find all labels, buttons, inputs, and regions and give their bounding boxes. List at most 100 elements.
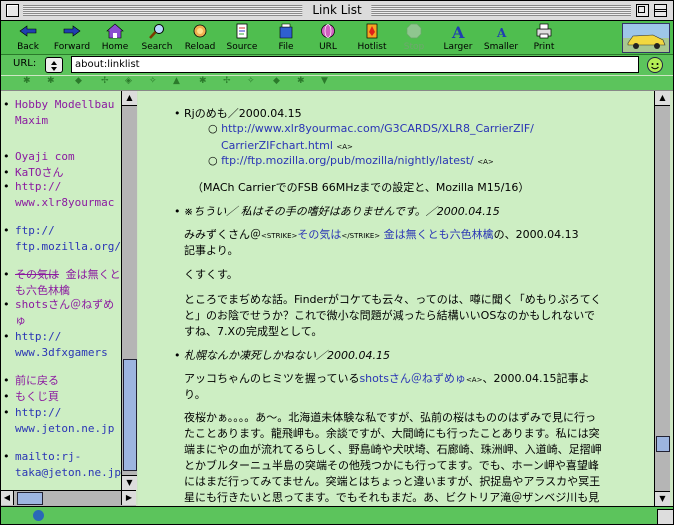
- collapse-box[interactable]: [654, 4, 667, 17]
- url-history-popup[interactable]: [45, 57, 63, 73]
- file-button[interactable]: File: [272, 23, 300, 54]
- sidebar-item-jeton[interactable]: • http:// www.jeton.ne.jp: [3, 405, 121, 437]
- sidebar-link[interactable]: http:// www.xlr8yourmac: [15, 180, 114, 209]
- ptbar-item-4-icon[interactable]: ✢: [101, 76, 109, 86]
- url-button[interactable]: URL: [314, 23, 342, 54]
- bullet: •: [174, 107, 181, 120]
- sidebar-link[interactable]: KaTOさん: [15, 166, 64, 179]
- print-button[interactable]: Print: [528, 23, 560, 54]
- bullet: •: [174, 349, 181, 362]
- car-logo-icon: [623, 24, 669, 52]
- sidebar-item-rokushoku[interactable]: • その気は 金は無くとも六色林檎: [3, 267, 121, 299]
- strike-link[interactable]: その気は: [297, 228, 341, 241]
- entry1-link1-line1[interactable]: ○ http://www.xlr8yourmac.com/G3CARDS/XLR…: [208, 122, 534, 135]
- ptbar-item-2-icon[interactable]: ✱: [47, 76, 55, 86]
- ptbar-item-8-icon[interactable]: ✱: [199, 76, 207, 86]
- reload-button[interactable]: Reload: [183, 23, 217, 54]
- sidebar-link[interactable]: http:// www.3dfxgamers: [15, 330, 108, 359]
- sidebar-link[interactable]: http:// www.jeton.ne.jp: [15, 406, 114, 435]
- hotlist-button[interactable]: Hotlist: [355, 23, 389, 54]
- xlr8-link[interactable]: http://www.xlr8yourmac.com/G3CARDS/XLR8_…: [221, 122, 534, 135]
- scroll-left-arrow-icon[interactable]: ◀: [1, 491, 14, 505]
- sidebar-link[interactable]: ftp:// ftp.mozilla.org/p: [15, 224, 121, 253]
- sidebar-item-mailto[interactable]: • mailto:rj-taka@jeton.ne.jp: [3, 449, 121, 481]
- entry1-link2[interactable]: ○ ftp://ftp.mozilla.org/pub/mozilla/nigh…: [208, 154, 494, 167]
- ptbar-item-6-icon[interactable]: ✧: [149, 76, 157, 86]
- ptbar-item-12-icon[interactable]: ✱: [297, 76, 305, 86]
- scroll-up-arrow-icon[interactable]: ▲: [122, 91, 137, 106]
- ptbar-item-9-icon[interactable]: ✢: [223, 76, 231, 86]
- rokushoku-link[interactable]: 金は無くとも六色林檎: [384, 228, 494, 241]
- smaller-button[interactable]: A Smaller: [482, 23, 520, 54]
- sidebar-horizontal-scrollbar[interactable]: ◀ ▶: [1, 490, 136, 506]
- scroll-thumb[interactable]: [123, 359, 137, 471]
- source-button[interactable]: Source: [225, 23, 259, 54]
- entry1-link1-line2[interactable]: CarrierZIFchart.html <A>: [221, 139, 353, 152]
- sidebar-vertical-scrollbar[interactable]: ▲ ▼: [121, 91, 137, 490]
- entry3-paragraph2-line2: たことあります。龍飛岬も。余談ですが、大間崎にも行ったことあります。私には突: [184, 427, 600, 440]
- mozilla-ftp-link[interactable]: ftp://ftp.mozilla.org/pub/mozilla/nightl…: [221, 154, 474, 167]
- scroll-down-arrow-icon[interactable]: ▼: [122, 475, 137, 490]
- globe-icon: [321, 24, 335, 38]
- ptbar-item-5-icon[interactable]: ◈: [125, 76, 132, 86]
- ptbar-item-1-icon[interactable]: ✱: [23, 76, 31, 86]
- sidebar-link[interactable]: Hobby Modellbau Maxim: [15, 98, 114, 127]
- url-input[interactable]: [71, 56, 639, 73]
- url-label: URL: [319, 42, 337, 52]
- source-label: Source: [226, 42, 258, 52]
- ptbar-item-13-icon[interactable]: ▼: [321, 76, 328, 86]
- entry2-paragraph1-line2: 記事より。: [184, 244, 239, 257]
- updown-arrows-icon: [51, 61, 57, 71]
- ptbar-item-3-icon[interactable]: ◆: [75, 76, 82, 86]
- scroll-up-arrow-icon[interactable]: ▲: [655, 91, 670, 106]
- sidebar-item-contents[interactable]: • もくじ頁: [3, 389, 121, 405]
- horizontal-scroll-thumb[interactable]: [17, 492, 43, 505]
- forward-button[interactable]: Forward: [49, 23, 95, 54]
- sidebar-item-3dfx[interactable]: • http:// www.3dfxgamers: [3, 329, 121, 361]
- ptbar-item-10-icon[interactable]: ✧: [247, 76, 255, 86]
- zoom-box[interactable]: [636, 4, 649, 17]
- search-button[interactable]: Search: [138, 23, 176, 54]
- sidebar-link[interactable]: 前に戻る: [15, 374, 59, 387]
- bullet: •: [3, 450, 10, 463]
- scroll-thumb[interactable]: [656, 436, 670, 452]
- bullet: •: [3, 224, 10, 237]
- close-box[interactable]: [6, 4, 19, 17]
- resize-grip-icon[interactable]: [657, 509, 673, 524]
- sidebar-item-oyaji[interactable]: • Oyaji com: [3, 149, 121, 165]
- bullet: •: [3, 298, 10, 311]
- sidebar-link[interactable]: Oyaji com: [15, 150, 75, 163]
- sidebar-item-mozilla-ftp[interactable]: • ftp:// ftp.mozilla.org/p: [3, 223, 121, 255]
- stop-button[interactable]: Stop: [399, 23, 429, 54]
- ptbar-item-11-icon[interactable]: ◆: [273, 76, 280, 86]
- stop-icon: [406, 23, 422, 39]
- title-bar[interactable]: Link List: [1, 1, 673, 21]
- forward-label: Forward: [53, 42, 91, 52]
- navigation-toolbar: Back Forward Home Search Reload Source F…: [1, 21, 673, 55]
- sidebar-link[interactable]: mailto:rj-taka@jeton.ne.jp: [15, 450, 121, 479]
- bullet: •: [174, 205, 181, 218]
- entry3-paragraph2-line1: 夜桜かぁ。。。。あ～。北海道未体験な私ですが、弘前の桜はもののはずみで見に行っ: [184, 411, 597, 424]
- sidebar-item-shots[interactable]: • shotsさん＠ねずめゅ: [3, 297, 121, 329]
- sidebar-link[interactable]: shotsさん＠ねずめゅ: [15, 298, 114, 327]
- bullet: •: [3, 268, 10, 281]
- sidebar-link[interactable]: もくじ頁: [15, 390, 59, 403]
- xlr8-link-continued[interactable]: CarrierZIFchart.html: [221, 139, 333, 152]
- scroll-right-arrow-icon[interactable]: ▶: [121, 491, 136, 505]
- status-bar: [1, 506, 673, 524]
- content-vertical-scrollbar[interactable]: ▲ ▼: [654, 91, 670, 506]
- larger-button[interactable]: A Larger: [440, 23, 476, 54]
- entry2-heading: • ※ちうい／ 私はその手の嗜好はありませんです。／2000.04.15: [174, 203, 500, 219]
- scroll-down-arrow-icon[interactable]: ▼: [655, 491, 670, 506]
- sidebar-item-xlr8[interactable]: • http:// www.xlr8yourmac: [3, 179, 121, 211]
- sidebar-item-back[interactable]: • 前に戻る: [3, 373, 121, 389]
- shots-link[interactable]: shotsさん＠ねずめゅ: [359, 372, 465, 385]
- sidebar-item-hobby[interactable]: • Hobby Modellbau Maxim: [3, 97, 121, 129]
- url-bar: URL:: [1, 55, 673, 75]
- smiley-icon[interactable]: [647, 57, 663, 73]
- file-icon: [279, 23, 293, 39]
- ptbar-item-7-icon[interactable]: ▲: [173, 76, 180, 86]
- home-button[interactable]: Home: [99, 23, 131, 54]
- entry2-paragraph3-line1: ところでまぢめな話。Finderがコケても云々、ってのは、噂に聞く「めもりぷろて…: [184, 293, 602, 306]
- back-button[interactable]: Back: [9, 23, 47, 54]
